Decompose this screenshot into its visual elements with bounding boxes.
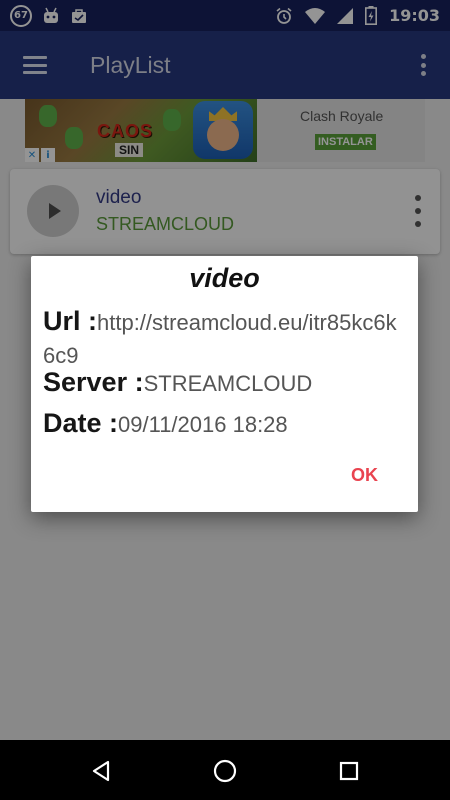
date-value: 09/11/2016 18:28 <box>118 412 288 437</box>
dialog-url-row: Url :http://streamcloud.eu/itr85kc6k6c9 <box>43 306 403 374</box>
home-circle-icon <box>213 759 237 783</box>
server-value: STREAMCLOUD <box>143 371 313 396</box>
home-button[interactable] <box>212 758 238 784</box>
dialog-title: video <box>189 263 260 293</box>
recent-apps-button[interactable] <box>336 758 362 784</box>
server-label: Server : <box>43 367 144 397</box>
recent-apps-square-icon <box>339 761 359 781</box>
navigation-bar <box>0 740 450 800</box>
date-label: Date : <box>43 408 119 438</box>
info-dialog: video Url :http://streamcloud.eu/itr85kc… <box>31 256 418 512</box>
back-triangle-icon <box>92 760 110 782</box>
dialog-date-row: Date :09/11/2016 18:28 <box>43 407 288 444</box>
ok-button[interactable]: OK <box>351 465 378 486</box>
back-button[interactable] <box>88 758 114 784</box>
dialog-server-row: Server :STREAMCLOUD <box>43 366 312 403</box>
url-label: Url : <box>43 306 97 336</box>
screen: 67 19:03 PlayList CAOS SIN ✕ i Clash Roy… <box>0 0 450 800</box>
url-value: http://streamcloud.eu/itr85kc6k6c9 <box>43 310 397 368</box>
